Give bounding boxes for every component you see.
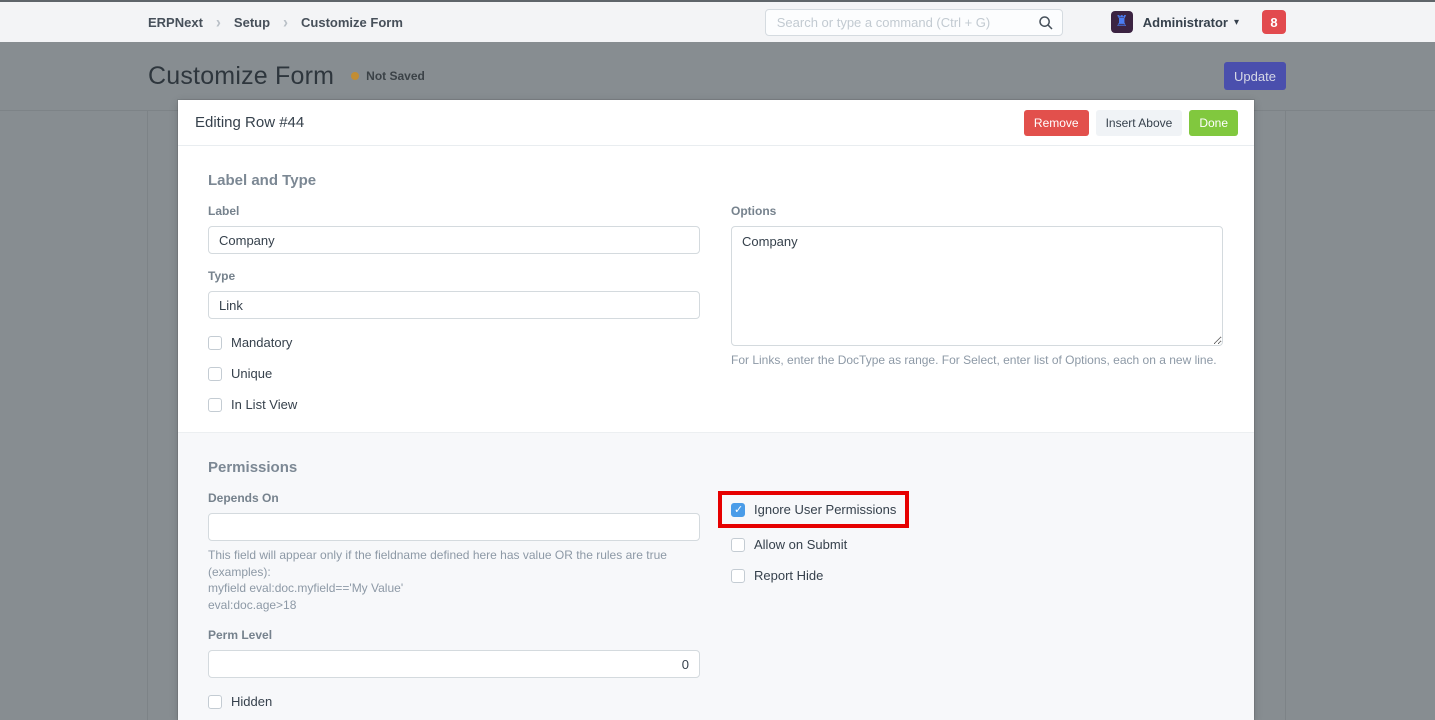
label-field-input[interactable] xyxy=(208,226,700,254)
done-button[interactable]: Done xyxy=(1189,110,1238,136)
notifications-badge[interactable]: 8 xyxy=(1262,10,1286,34)
page-title: Customize Form xyxy=(148,62,334,91)
red-highlight-box: Ignore User Permissions xyxy=(718,491,909,528)
checkbox-row-in-list-view[interactable]: In List View xyxy=(208,397,700,412)
row-editor-header: Editing Row #44 Remove Insert Above Done xyxy=(178,100,1254,146)
row-editor-title: Editing Row #44 xyxy=(195,114,304,131)
perm-level-label: Perm Level xyxy=(208,628,700,642)
row-editor-actions: Remove Insert Above Done xyxy=(1024,110,1238,136)
checkbox-row-ignore-user-permissions[interactable]: Ignore User Permissions xyxy=(731,502,896,517)
allow-on-submit-checkbox[interactable] xyxy=(731,538,745,552)
checkbox-row-allow-on-submit[interactable]: Allow on Submit xyxy=(731,537,1223,552)
depends-on-label: Depends On xyxy=(208,491,700,505)
allow-on-submit-label: Allow on Submit xyxy=(754,537,847,552)
in-list-view-checkbox[interactable] xyxy=(208,398,222,412)
type-field-label: Type xyxy=(208,269,700,283)
hidden-checkbox[interactable] xyxy=(208,695,222,709)
user-menu[interactable]: ♜ Administrator ▾ xyxy=(1111,11,1239,33)
chevron-down-icon: ▾ xyxy=(1234,17,1239,28)
breadcrumb: ERPNext › Setup › Customize Form xyxy=(148,14,403,31)
breadcrumb-customize-form: Customize Form xyxy=(301,15,403,30)
status-dot-icon xyxy=(351,72,359,80)
depends-on-input[interactable] xyxy=(208,513,700,541)
section-heading-label-and-type: Label and Type xyxy=(208,172,1224,189)
options-field-label: Options xyxy=(731,204,1223,218)
checkbox-row-hidden[interactable]: Hidden xyxy=(208,694,700,709)
type-field-input[interactable] xyxy=(208,291,700,319)
navbar: ERPNext › Setup › Customize Form ♜ Admin… xyxy=(0,2,1435,42)
report-hide-label: Report Hide xyxy=(754,568,823,583)
remove-button[interactable]: Remove xyxy=(1024,110,1089,136)
mandatory-checkbox[interactable] xyxy=(208,336,222,350)
options-textarea[interactable]: Company xyxy=(731,226,1223,346)
ignore-user-permissions-label: Ignore User Permissions xyxy=(754,502,896,517)
label-field-label: Label xyxy=(208,204,700,218)
checkbox-row-mandatory[interactable]: Mandatory xyxy=(208,335,700,350)
ignore-user-permissions-checkbox[interactable] xyxy=(731,503,745,517)
avatar: ♜ xyxy=(1111,11,1133,33)
hidden-label: Hidden xyxy=(231,694,272,709)
depends-on-help-text: This field will appear only if the field… xyxy=(208,547,700,613)
update-button[interactable]: Update xyxy=(1224,62,1286,90)
unique-label: Unique xyxy=(231,366,272,381)
user-name: Administrator xyxy=(1143,15,1228,30)
not-saved-indicator: Not Saved xyxy=(351,69,425,83)
insert-above-button[interactable]: Insert Above xyxy=(1096,110,1183,136)
breadcrumb-separator-icon: › xyxy=(216,13,221,32)
section-permissions: Permissions Depends On This field will a… xyxy=(178,432,1254,720)
section-heading-permissions: Permissions xyxy=(208,459,1224,476)
search-input[interactable] xyxy=(765,9,1063,36)
options-help-text: For Links, enter the DocType as range. F… xyxy=(731,352,1223,369)
perm-level-input[interactable] xyxy=(208,650,700,678)
status-text: Not Saved xyxy=(366,69,425,83)
page-right-edge xyxy=(1285,110,1286,720)
checkbox-row-report-hide[interactable]: Report Hide xyxy=(731,568,1223,583)
unique-checkbox[interactable] xyxy=(208,367,222,381)
in-list-view-label: In List View xyxy=(231,397,297,412)
page-left-edge xyxy=(147,110,148,720)
breadcrumb-separator-icon: › xyxy=(283,13,288,32)
row-editor-panel: Editing Row #44 Remove Insert Above Done… xyxy=(178,100,1254,720)
search-icon xyxy=(1038,15,1054,31)
breadcrumb-setup[interactable]: Setup xyxy=(234,15,270,30)
breadcrumb-erpnext[interactable]: ERPNext xyxy=(148,15,203,30)
section-label-and-type: Label and Type Label Type Mandatory Uniq… xyxy=(178,146,1254,432)
checkbox-row-unique[interactable]: Unique xyxy=(208,366,700,381)
global-search xyxy=(765,9,1063,36)
report-hide-checkbox[interactable] xyxy=(731,569,745,583)
mandatory-label: Mandatory xyxy=(231,335,292,350)
